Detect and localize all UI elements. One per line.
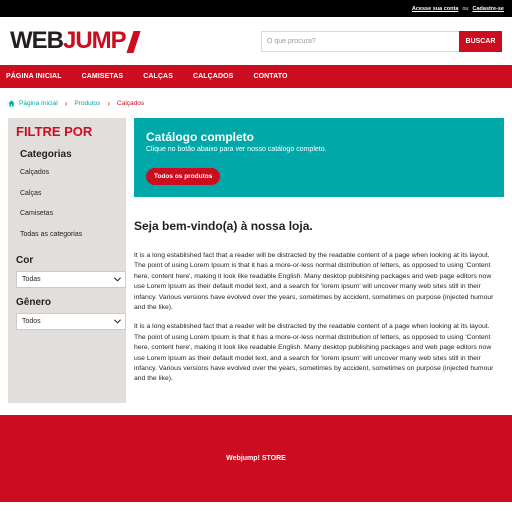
gender-select-value: Todos <box>22 318 41 325</box>
breadcrumb-produtos[interactable]: Produtos <box>74 100 100 107</box>
nav-item-calcas[interactable]: CALÇAS <box>143 73 173 80</box>
category-calcas[interactable]: Calças <box>16 190 118 211</box>
color-filter-title: Cor <box>16 255 34 266</box>
or-separator: ou <box>462 5 469 12</box>
logo-text: WEBJUMP <box>10 27 127 54</box>
category-calcados[interactable]: Calçados <box>16 169 118 190</box>
chevron-right-icon: › <box>64 98 68 108</box>
breadcrumb: Página Inicial › Produtos › Calçados <box>0 88 512 118</box>
search-button[interactable]: BUSCAR <box>459 30 502 52</box>
main-nav: PÁGINA INICIAL CAMISETAS CALÇAS CALÇADOS… <box>0 65 512 88</box>
nav-item-calcados[interactable]: CALÇADOS <box>193 73 233 80</box>
site-footer: Webjump! STORE <box>0 415 512 502</box>
banner-text: Clique no botão abaixo para ver nosso ca… <box>146 146 327 153</box>
chevron-right-icon: › <box>107 98 111 108</box>
gender-filter-title: Gênero <box>16 297 52 308</box>
logo-mark-icon <box>126 31 141 53</box>
login-link[interactable]: Acesse sua conta <box>412 6 458 12</box>
top-bar: Acesse sua conta ou Cadastre-se <box>0 0 512 17</box>
main-content: Catálogo completo Clique no botão abaixo… <box>126 118 504 411</box>
color-select[interactable]: Todas <box>16 271 126 288</box>
search-bar: BUSCAR <box>261 30 502 52</box>
filter-sidebar: FILTRE POR Categorias Calçados Calças Ca… <box>8 118 126 403</box>
signup-link[interactable]: Cadastre-se <box>473 6 505 12</box>
home-icon[interactable] <box>8 99 15 107</box>
intro-paragraph: It is a long established fact that a rea… <box>134 252 494 312</box>
site-header: WEBJUMP BUSCAR <box>0 17 512 65</box>
category-camisetas[interactable]: Camisetas <box>16 210 118 231</box>
footer-text: Webjump! STORE <box>226 455 286 462</box>
search-input[interactable] <box>261 30 459 52</box>
chevron-down-icon <box>114 277 121 282</box>
filter-title: FILTRE POR <box>16 124 93 139</box>
gender-select[interactable]: Todos <box>16 313 126 330</box>
categories-title: Categorias <box>20 149 72 160</box>
catalog-banner: Catálogo completo Clique no botão abaixo… <box>134 118 504 197</box>
breadcrumb-home[interactable]: Página Inicial <box>19 100 58 107</box>
color-select-value: Todas <box>22 276 41 283</box>
banner-title: Catálogo completo <box>146 130 255 144</box>
intro-paragraph: It is a long established fact that a rea… <box>134 323 494 383</box>
logo[interactable]: WEBJUMP <box>10 27 141 55</box>
chevron-down-icon <box>114 319 121 324</box>
welcome-heading: Seja bem-vindo(a) à nossa loja. <box>134 219 313 233</box>
breadcrumb-current: Calçados <box>117 99 145 107</box>
category-all[interactable]: Todas as categorias <box>16 231 118 252</box>
all-products-button[interactable]: Todos os produtos <box>146 168 221 185</box>
page-content: FILTRE POR Categorias Calçados Calças Ca… <box>0 118 512 411</box>
nav-item-home[interactable]: PÁGINA INICIAL <box>6 73 62 80</box>
nav-item-contato[interactable]: CONTATO <box>253 73 287 80</box>
nav-item-camisetas[interactable]: CAMISETAS <box>82 73 124 80</box>
